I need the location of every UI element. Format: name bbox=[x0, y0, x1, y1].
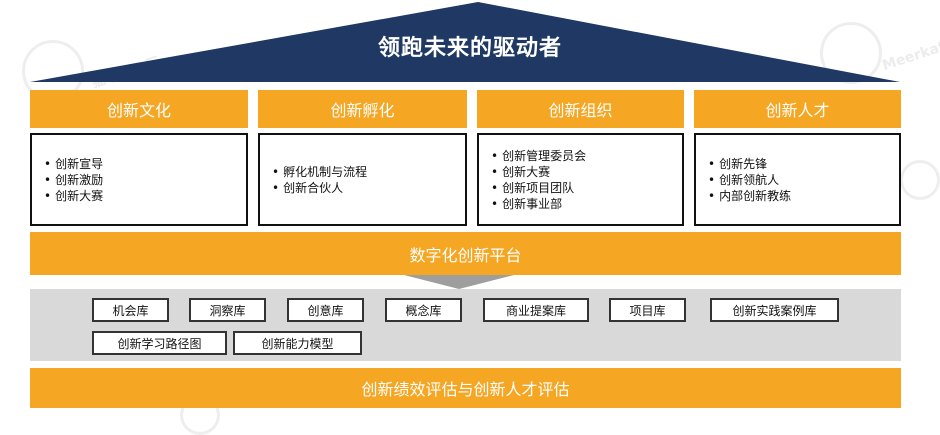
library-concept: 概念库 bbox=[385, 298, 462, 322]
library-case-study: 创新实践案例库 bbox=[710, 298, 839, 322]
list-item: 孵化机制与流程 bbox=[272, 164, 465, 180]
list-item: 创新领航人 bbox=[708, 172, 899, 188]
pillar-box-talent: 创新先锋 创新领航人 内部创新教练 bbox=[694, 133, 901, 226]
pillar-box-incubation: 孵化机制与流程 创新合伙人 bbox=[258, 133, 467, 226]
list-item: 创新管理委员会 bbox=[491, 148, 682, 164]
list-item: 创新激励 bbox=[44, 172, 246, 188]
library-opportunity: 机会库 bbox=[92, 298, 169, 322]
list-item: 创新事业部 bbox=[491, 196, 682, 212]
list-item: 创新大赛 bbox=[44, 188, 246, 204]
pillar-list: 创新宣导 创新激励 创新大赛 bbox=[44, 156, 246, 204]
list-item: 创新项目团队 bbox=[491, 180, 682, 196]
pillar-list: 创新先锋 创新领航人 内部创新教练 bbox=[708, 156, 899, 204]
library-project: 项目库 bbox=[609, 298, 686, 322]
pillar-header-organization: 创新组织 bbox=[477, 90, 684, 128]
library-business-proposal: 商业提案库 bbox=[483, 298, 589, 322]
pillar-list: 孵化机制与流程 创新合伙人 bbox=[272, 164, 465, 196]
list-item: 内部创新教练 bbox=[708, 188, 899, 204]
library-insight: 洞察库 bbox=[189, 298, 266, 322]
pillar-box-organization: 创新管理委员会 创新大赛 创新项目团队 创新事业部 bbox=[477, 133, 684, 226]
library-idea: 创意库 bbox=[287, 298, 364, 322]
roof-title: 领跑未来的驱动者 bbox=[377, 36, 562, 61]
down-arrow-icon bbox=[404, 275, 514, 289]
pillar-list: 创新管理委员会 创新大赛 创新项目团队 创新事业部 bbox=[491, 148, 682, 212]
pillar-header-talent: 创新人才 bbox=[694, 90, 901, 128]
pillar-box-culture: 创新宣导 创新激励 创新大赛 bbox=[30, 133, 248, 226]
foundation-band: 创新绩效评估与创新人才评估 bbox=[30, 368, 901, 408]
list-item: 创新合伙人 bbox=[272, 180, 465, 196]
list-item: 创新先锋 bbox=[708, 156, 899, 172]
pillar-header-incubation: 创新孵化 bbox=[258, 90, 467, 128]
library-learning-path: 创新学习路径图 bbox=[92, 331, 227, 355]
watermark-logo bbox=[900, 160, 940, 200]
platform-band: 数字化创新平台 bbox=[30, 232, 901, 275]
list-item: 创新大赛 bbox=[491, 164, 682, 180]
list-item: 创新宣导 bbox=[44, 156, 246, 172]
pillar-header-culture: 创新文化 bbox=[30, 90, 248, 128]
library-competency-model: 创新能力模型 bbox=[233, 331, 362, 355]
